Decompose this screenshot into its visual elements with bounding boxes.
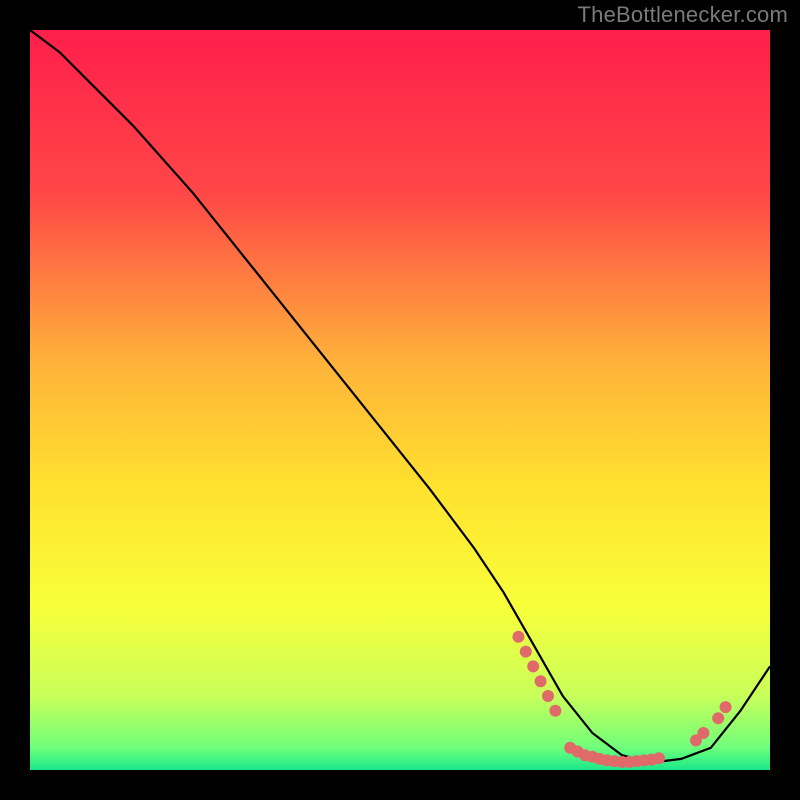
marker-point [549,705,561,717]
marker-point [535,675,547,687]
marker-point [527,660,539,672]
marker-point [520,646,532,658]
marker-point [542,690,554,702]
marker-point [512,631,524,643]
chart-svg [30,30,770,770]
marker-point [720,701,732,713]
watermark-text: TheBottlenecker.com [578,2,788,28]
marker-point [697,727,709,739]
plot-area [30,30,770,770]
gradient-fill [30,30,770,770]
marker-point [653,752,665,764]
chart-frame: TheBottlenecker.com [0,0,800,800]
marker-point [712,712,724,724]
